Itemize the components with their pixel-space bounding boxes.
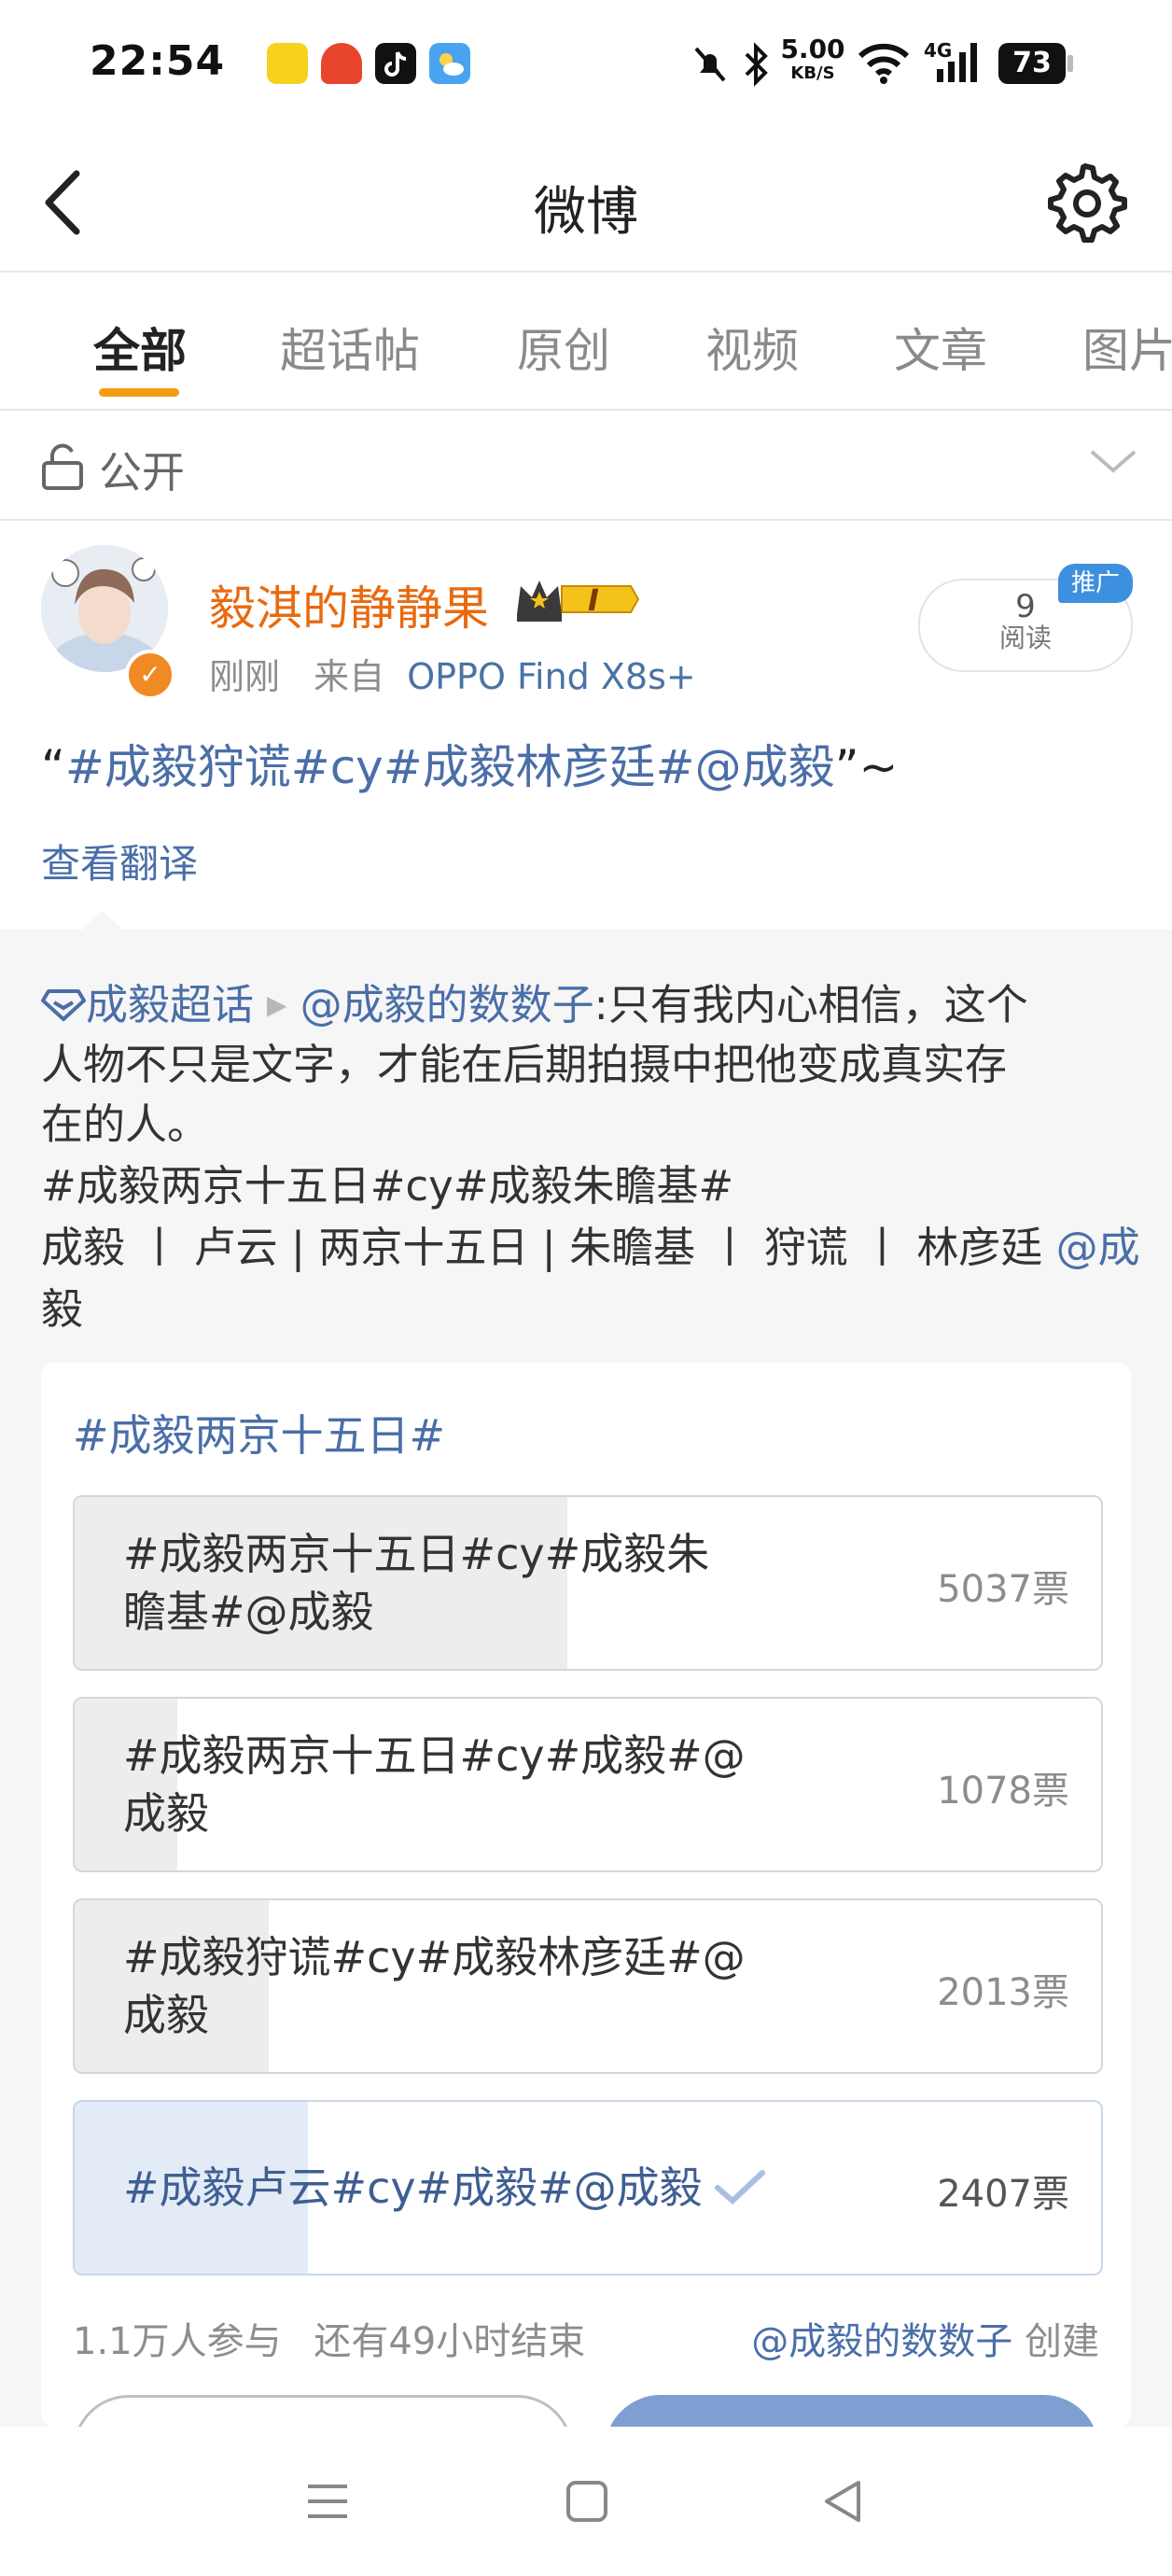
status-time: 22:54	[90, 37, 226, 85]
app-notification-icon	[321, 43, 362, 84]
unlock-icon	[41, 442, 84, 491]
post-text: “#成毅狩谎#cy#成毅林彦廷#@成毅”~	[41, 740, 899, 794]
vote-participants: 1.1万人参与	[73, 2320, 282, 2363]
post-device[interactable]: OPPO Find X8s+	[407, 656, 696, 697]
translate-link[interactable]: 查看翻译	[41, 833, 198, 889]
mute-icon	[689, 43, 732, 86]
tab-all[interactable]: 全部	[93, 314, 187, 381]
tab-super-topic-posts[interactable]: 超话帖	[280, 314, 420, 381]
post-hashtags[interactable]: #成毅狩谎#cy#成毅林彦廷#@成毅	[65, 740, 835, 794]
home-square-icon[interactable]	[554, 2473, 620, 2529]
page-title: 微博	[534, 182, 638, 243]
repost-author[interactable]: @成毅的数数子	[300, 980, 594, 1029]
vote-option-count: 2013票	[937, 1971, 1069, 2014]
wifi-icon	[857, 43, 911, 84]
settings-gear-icon[interactable]	[1043, 159, 1127, 243]
tab-original[interactable]: 原创	[517, 314, 610, 381]
repost-hashtags[interactable]: #成毅两京十五日#cy#成毅朱瞻基#	[41, 1152, 733, 1212]
tab-images[interactable]: 图片	[1082, 314, 1172, 381]
super-topic-link[interactable]: 成毅超话	[86, 980, 254, 1029]
play-triangle-icon: ▶	[267, 989, 287, 1020]
repost-notch	[80, 911, 125, 931]
vote-option-selected[interactable]: #成毅卢云#cy#成毅#@成毅 2407票	[73, 2100, 1103, 2275]
post-username[interactable]: 毅淇的静静果	[209, 571, 489, 638]
repost-line-2: 人物不只是文字，才能在后期拍摄中把他变成真实存	[41, 1040, 1008, 1089]
back-triangle-icon[interactable]	[812, 2473, 877, 2529]
checkmark-icon	[714, 2170, 765, 2205]
vote-option[interactable]: #成毅狩谎#cy#成毅林彦廷#@ 成毅 2013票	[73, 1898, 1103, 2074]
weather-icon	[429, 43, 470, 84]
tiktok-icon	[375, 43, 416, 84]
tab-video[interactable]: 视频	[705, 314, 799, 381]
tabs-divider	[0, 409, 1172, 411]
vote-option-text: #成毅两京十五日#cy#成毅#@ 成毅	[123, 1730, 746, 1839]
vote-option-count: 1078票	[937, 1770, 1069, 1813]
menu-icon[interactable]	[295, 2473, 360, 2529]
member-crown-badge-icon[interactable]: I	[513, 573, 640, 625]
post-source-prefix: 来自	[314, 656, 385, 697]
visibility-divider	[0, 519, 1172, 521]
active-tab-indicator	[99, 388, 179, 397]
vote-option[interactable]: #成毅两京十五日#cy#成毅朱 瞻基#@成毅 5037票	[73, 1495, 1103, 1671]
vote-creator: @成毅的数数子 创建	[751, 2320, 1099, 2363]
promote-badge[interactable]: 推广	[1058, 564, 1133, 603]
vote-creator-link[interactable]: @成毅的数数子	[751, 2320, 1012, 2363]
header-divider	[0, 271, 1172, 273]
chevron-down-icon[interactable]	[1088, 442, 1138, 480]
vote-title[interactable]: #成毅两京十五日#	[73, 1402, 445, 1463]
vote-option-text: #成毅卢云#cy#成毅#@成毅	[123, 2159, 795, 2217]
vote-option-text: #成毅狩谎#cy#成毅林彦廷#@ 成毅	[123, 1932, 746, 2040]
vote-option[interactable]: #成毅两京十五日#cy#成毅#@ 成毅 1078票	[73, 1697, 1103, 1872]
repost-line-1: 成毅超话 ▶ @成毅的数数子:只有我内心相信，这个	[41, 971, 1028, 1031]
post-meta: 刚刚 来自 OPPO Find X8s+	[209, 648, 696, 699]
vote-option-count: 5037票	[937, 1568, 1069, 1611]
vote-stats: 1.1万人参与 还有49小时结束	[73, 2311, 585, 2365]
network-speed: 5.00 KB/S	[780, 34, 845, 84]
bluetooth-icon	[741, 41, 771, 88]
repost-line-3: 在的人。	[41, 1099, 210, 1149]
battery-icon: 73	[998, 43, 1075, 84]
read-label: 阅读	[998, 623, 1052, 653]
cellular-signal-icon: 4G	[924, 39, 984, 86]
vote-option-count: 2407票	[937, 2173, 1069, 2216]
app-notification-icon	[267, 43, 308, 84]
repost-mention[interactable]: @成	[1056, 1223, 1140, 1272]
verified-badge-icon: ✓	[125, 650, 175, 700]
tab-article[interactable]: 文章	[894, 314, 987, 381]
vote-remaining: 还有49小时结束	[314, 2320, 586, 2363]
visibility-label[interactable]: 公开	[99, 439, 185, 500]
repost-line-5: 成毅 丨 卢云 | 两京十五日 | 朱瞻基 丨 狩谎 丨 林彦廷 @成	[41, 1223, 1140, 1272]
post-time: 刚刚	[209, 656, 281, 697]
super-topic-diamond-icon	[41, 989, 86, 1021]
repost-mention-cont[interactable]: 毅	[41, 1275, 83, 1336]
vote-option-text: #成毅两京十五日#cy#成毅朱 瞻基#@成毅	[123, 1529, 710, 1637]
